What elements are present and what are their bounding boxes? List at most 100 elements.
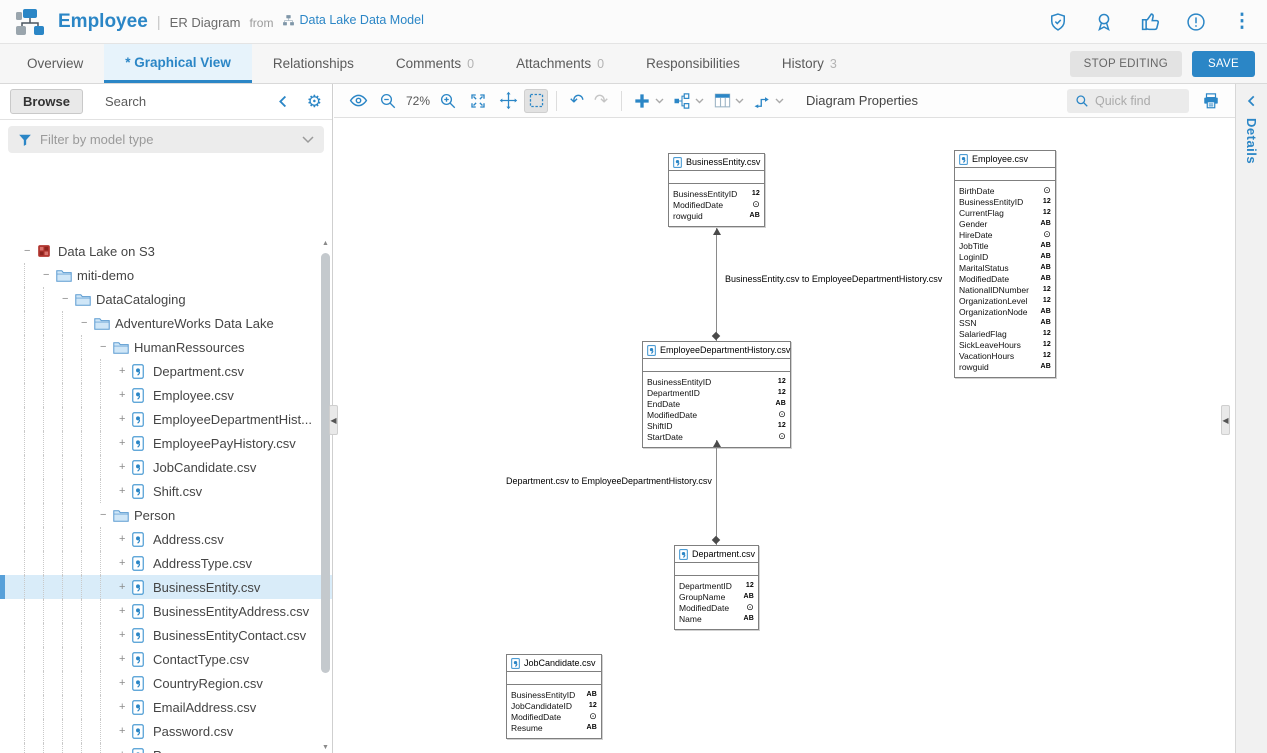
tab-comments[interactable]: Comments0 (375, 44, 495, 83)
thumbs-up-icon[interactable] (1139, 11, 1161, 33)
collapse-toggle-icon[interactable]: − (81, 317, 94, 329)
tab-attachments[interactable]: Attachments0 (495, 44, 625, 83)
quick-find-box[interactable] (1067, 89, 1189, 113)
auto-layout-icon[interactable] (670, 89, 694, 113)
entity-businessentity-csv[interactable]: BusinessEntity.csvBusinessEntityID12Modi… (668, 153, 765, 227)
tree-item-employeedepartmenthist[interactable]: +EmployeeDepartmentHist... (0, 407, 332, 431)
expand-toggle-icon[interactable]: + (119, 581, 132, 593)
quick-find-input[interactable] (1095, 94, 1175, 108)
print-icon[interactable] (1199, 89, 1223, 113)
save-button[interactable]: SAVE (1192, 51, 1255, 77)
tree-item-adventureworks-data-lake[interactable]: −AdventureWorks Data Lake (0, 311, 332, 335)
tab-graphical-view[interactable]: * Graphical View (104, 44, 252, 83)
alert-circle-icon[interactable] (1185, 11, 1207, 33)
connector-style-icon[interactable] (750, 89, 774, 113)
tree-item-address-csv[interactable]: +Address.csv (0, 527, 332, 551)
details-tab[interactable]: Details (1244, 118, 1259, 164)
tab-responsibilities[interactable]: Responsibilities (625, 44, 761, 83)
tab-overview[interactable]: Overview (6, 44, 104, 83)
expand-toggle-icon[interactable]: + (119, 629, 132, 641)
relationship-label[interactable]: Department.csv to EmployeeDepartmentHist… (504, 476, 714, 486)
tree-item-miti-demo[interactable]: −miti-demo (0, 263, 332, 287)
table-view-icon[interactable] (710, 89, 734, 113)
expand-toggle-icon[interactable]: + (119, 485, 132, 497)
tree-item-jobcandidate-csv[interactable]: +JobCandidate.csv (0, 455, 332, 479)
tree-item-addresstype-csv[interactable]: +AddressType.csv (0, 551, 332, 575)
left-panel-collapse-handle[interactable]: ◀ (329, 405, 338, 435)
tree-item-data-lake-on-s3[interactable]: −Data Lake on S3 (0, 239, 332, 263)
pan-icon[interactable] (496, 89, 520, 113)
eye-icon[interactable] (346, 89, 370, 113)
certification-ribbon-icon[interactable] (1093, 11, 1115, 33)
tree-item-businessentitycontact-csv[interactable]: +BusinessEntityContact.csv (0, 623, 332, 647)
add-node-icon[interactable] (630, 89, 654, 113)
relationship-line[interactable] (716, 440, 717, 545)
marquee-select-icon[interactable] (524, 89, 548, 113)
expand-toggle-icon[interactable]: + (119, 605, 132, 617)
details-panel-strip[interactable]: Details (1235, 84, 1267, 753)
tab-relationships[interactable]: Relationships (252, 44, 375, 83)
fit-to-screen-icon[interactable] (466, 89, 490, 113)
stop-editing-button[interactable]: STOP EDITING (1070, 51, 1182, 77)
tree-item-businessentity-csv[interactable]: +BusinessEntity.csv (0, 575, 332, 599)
model-link[interactable]: Data Lake Data Model (282, 13, 423, 27)
expand-toggle-icon[interactable]: + (119, 413, 132, 425)
scrollbar-thumb[interactable] (321, 253, 330, 673)
diagram-properties-label[interactable]: Diagram Properties (806, 93, 918, 108)
collapse-panel-icon[interactable] (276, 94, 291, 109)
tree-item-datacataloging[interactable]: −DataCataloging (0, 287, 332, 311)
expand-toggle-icon[interactable]: + (119, 437, 132, 449)
tree-item-password-csv[interactable]: +Password.csv (0, 719, 332, 743)
tree-item-person-csv[interactable]: +Person.csv (0, 743, 332, 753)
gear-icon[interactable]: ⚙ (307, 93, 322, 110)
expand-toggle-icon[interactable]: + (119, 677, 132, 689)
redo-icon[interactable]: ↷ (589, 89, 613, 113)
expand-toggle-icon[interactable]: + (119, 701, 132, 713)
zoom-in-icon[interactable] (436, 89, 460, 113)
search-tab[interactable]: Search (105, 94, 146, 109)
relationship-label[interactable]: BusinessEntity.csv to EmployeeDepartment… (723, 274, 944, 284)
details-panel-expand-handle[interactable]: ◀ (1221, 405, 1230, 435)
collapse-toggle-icon[interactable]: − (62, 293, 75, 305)
collapse-toggle-icon[interactable]: − (24, 245, 37, 257)
entity-jobcandidate-csv[interactable]: JobCandidate.csvBusinessEntityIDABJobCan… (506, 654, 602, 739)
expand-details-icon[interactable] (1245, 94, 1259, 108)
shield-check-icon[interactable] (1047, 11, 1069, 33)
collapse-toggle-icon[interactable]: − (100, 341, 113, 353)
kebab-menu-icon[interactable]: ⋮ (1231, 11, 1253, 33)
tree-item-businessentityaddress-csv[interactable]: +BusinessEntityAddress.csv (0, 599, 332, 623)
tree-item-contacttype-csv[interactable]: +ContactType.csv (0, 647, 332, 671)
tree-item-department-csv[interactable]: +Department.csv (0, 359, 332, 383)
tree-item-employee-csv[interactable]: +Employee.csv (0, 383, 332, 407)
expand-toggle-icon[interactable]: + (119, 653, 132, 665)
auto-layout-dropdown-icon[interactable] (695, 98, 704, 104)
tree-item-countryregion-csv[interactable]: +CountryRegion.csv (0, 671, 332, 695)
tree-item-person[interactable]: −Person (0, 503, 332, 527)
diagram-canvas[interactable]: BusinessEntity.csvBusinessEntityID12Modi… (334, 118, 1235, 753)
browse-tab[interactable]: Browse (10, 89, 83, 114)
connector-style-dropdown-icon[interactable] (775, 98, 784, 104)
scroll-up-icon[interactable]: ▲ (320, 239, 331, 249)
collapse-toggle-icon[interactable]: − (43, 269, 56, 281)
filter-by-model-type-dropdown[interactable]: Filter by model type (8, 126, 324, 153)
entity-employeedepartmenthistory-csv[interactable]: EmployeeDepartmentHistory.csvBusinessEnt… (642, 341, 791, 448)
table-view-dropdown-icon[interactable] (735, 98, 744, 104)
tree-item-humanressources[interactable]: −HumanRessources (0, 335, 332, 359)
expand-toggle-icon[interactable]: + (119, 365, 132, 377)
expand-toggle-icon[interactable]: + (119, 557, 132, 569)
tree-item-employeepayhistory-csv[interactable]: +EmployeePayHistory.csv (0, 431, 332, 455)
scroll-down-icon[interactable]: ▼ (320, 743, 331, 753)
expand-toggle-icon[interactable]: + (119, 389, 132, 401)
tree-item-emailaddress-csv[interactable]: +EmailAddress.csv (0, 695, 332, 719)
add-node-dropdown-icon[interactable] (655, 98, 664, 104)
zoom-out-icon[interactable] (376, 89, 400, 113)
expand-toggle-icon[interactable]: + (119, 461, 132, 473)
tab-history[interactable]: History3 (761, 44, 858, 83)
relationship-line[interactable] (716, 228, 717, 341)
entity-department-csv[interactable]: Department.csvDepartmentID12GroupNameABM… (674, 545, 759, 630)
collapse-toggle-icon[interactable]: − (100, 509, 113, 521)
tree-scrollbar[interactable]: ▲ ▼ (320, 239, 331, 753)
tree-item-shift-csv[interactable]: +Shift.csv (0, 479, 332, 503)
entity-employee-csv[interactable]: Employee.csvBirthDate⊙BusinessEntityID12… (954, 150, 1056, 378)
expand-toggle-icon[interactable]: + (119, 749, 132, 753)
